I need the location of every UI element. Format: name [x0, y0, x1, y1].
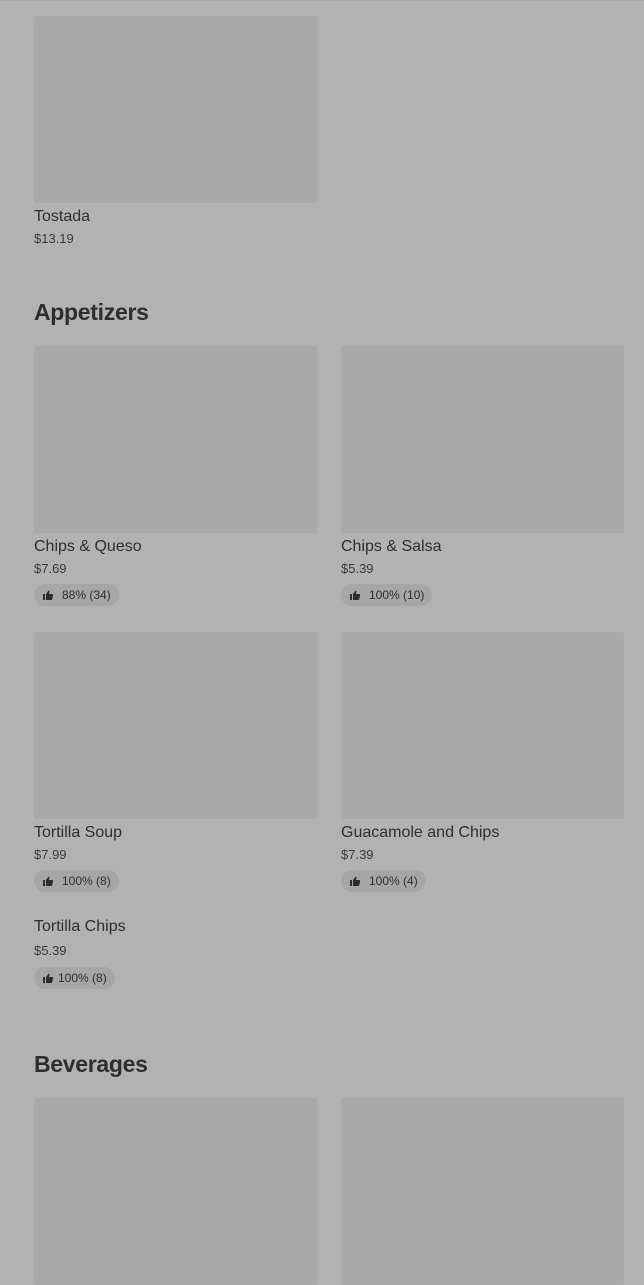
- rating-badge: 88% (34): [34, 584, 119, 606]
- item-name: Tortilla Chips: [34, 918, 126, 935]
- section-title-beverages: Beverages: [34, 1051, 148, 1077]
- rating-badge: 100% (8): [34, 870, 119, 892]
- rating-text: 100% (10): [369, 588, 425, 602]
- item-image: [34, 632, 317, 819]
- item-price: $7.69: [34, 561, 67, 576]
- item-price: $13.19: [34, 231, 74, 246]
- item-image: [34, 1098, 317, 1285]
- item-image: [341, 632, 624, 819]
- thumbs-up-icon: [349, 589, 361, 601]
- menu-item-card[interactable]: Chips & Salsa $5.39 100% (10): [341, 346, 625, 606]
- item-price: $7.39: [341, 847, 374, 862]
- thumbs-up-icon: [42, 972, 54, 984]
- rating-badge: 100% (4): [341, 870, 426, 892]
- top-divider: [0, 0, 644, 1]
- item-image: [341, 346, 624, 533]
- menu-item-card[interactable]: [34, 1098, 318, 1285]
- menu-item-card[interactable]: Tortilla Soup $7.99 100% (8): [34, 632, 318, 892]
- thumbs-up-icon: [42, 875, 54, 887]
- item-name: Guacamole and Chips: [341, 824, 500, 841]
- menu-item-card[interactable]: Tostada $13.19: [34, 16, 318, 246]
- item-name: Chips & Salsa: [341, 538, 442, 555]
- rating-text: 100% (4): [369, 874, 418, 888]
- item-name: Tostada: [34, 208, 91, 225]
- section-title-appetizers: Appetizers: [34, 299, 149, 325]
- item-name: Chips & Queso: [34, 538, 142, 555]
- rating-badge: 100% (10): [341, 584, 433, 606]
- item-price: $5.39: [341, 561, 374, 576]
- rating-badge: 100% (8): [34, 967, 115, 989]
- item-name: Tortilla Soup: [34, 824, 123, 841]
- item-price: $7.99: [34, 847, 67, 862]
- menu-item-card[interactable]: Tortilla Chips $5.39 100% (8): [34, 918, 318, 989]
- thumbs-up-icon: [349, 875, 361, 887]
- menu-item-card[interactable]: [341, 1098, 625, 1285]
- rating-text: 100% (8): [58, 971, 107, 985]
- item-image: [34, 346, 317, 533]
- menu-item-card[interactable]: Guacamole and Chips $7.39 100% (4): [341, 632, 625, 892]
- item-image: [34, 16, 317, 203]
- rating-text: 100% (8): [62, 874, 111, 888]
- rating-text: 88% (34): [62, 588, 111, 602]
- item-image: [341, 1098, 624, 1285]
- item-price: $5.39: [34, 943, 67, 958]
- thumbs-up-icon: [42, 589, 54, 601]
- menu-item-card[interactable]: Chips & Queso $7.69 88% (34): [34, 346, 318, 606]
